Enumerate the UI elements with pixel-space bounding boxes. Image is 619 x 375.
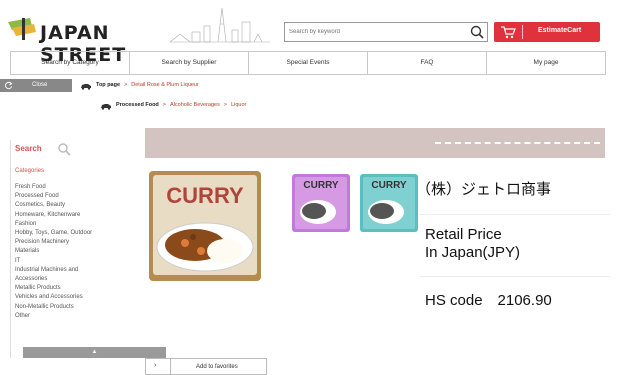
magnifier-icon[interactable] xyxy=(57,142,71,156)
breadcrumb-separator: > xyxy=(162,102,167,108)
category-item[interactable]: Fresh Food xyxy=(15,183,92,192)
search-input[interactable] xyxy=(289,25,469,39)
nav-search-by-supplier[interactable]: Search by Supplier xyxy=(130,52,249,74)
category-item[interactable]: Homeware, Kitchenware xyxy=(15,211,92,220)
breadcrumb-separator: > xyxy=(223,102,228,108)
breadcrumb-current[interactable]: Detail Rose & Plum Liqueur xyxy=(131,79,199,92)
product-thumbnail[interactable]: CURRY xyxy=(358,172,420,234)
company-name: （株）ジェトロ商事 xyxy=(416,180,552,198)
category-item[interactable]: Metallic Products xyxy=(15,284,92,293)
thumbnail-label: CURRY xyxy=(303,180,339,191)
search-box xyxy=(284,22,488,42)
estimate-cart-button[interactable]: EstimateCart xyxy=(494,22,600,42)
nav-faq[interactable]: FAQ xyxy=(368,52,487,74)
category-item[interactable]: Materials xyxy=(15,247,92,256)
category-item[interactable]: IT xyxy=(15,257,92,266)
car-icon xyxy=(101,103,111,110)
cart-icon xyxy=(501,26,516,39)
nav-search-by-category[interactable]: Search by Category xyxy=(11,52,130,74)
add-to-favorites-button[interactable]: › Add to favorites xyxy=(145,358,267,375)
category-item[interactable]: Hobby, Toys, Game, Outdoor xyxy=(15,229,92,238)
category-item[interactable]: Industrial Machines and Accessories xyxy=(15,266,92,284)
close-label: Close xyxy=(32,82,48,88)
sidebar-collapse-button[interactable]: ▲ xyxy=(23,347,166,358)
category-item[interactable]: Vehicles and Accessories xyxy=(15,293,92,302)
nav-special-events[interactable]: Special Events xyxy=(249,52,368,74)
close-button[interactable]: Close xyxy=(0,79,72,92)
category-item[interactable]: Cosmetics, Beauty xyxy=(15,201,92,210)
car-icon xyxy=(81,83,91,90)
flag-logo-icon xyxy=(8,18,36,40)
product-main-image[interactable]: CURRY xyxy=(145,165,265,285)
retail-price-sublabel: In Japan(JPY) xyxy=(425,244,521,261)
categories-title: Categories xyxy=(15,168,45,174)
chevron-right-icon: › xyxy=(154,362,157,369)
divider xyxy=(420,276,610,277)
divider xyxy=(420,214,610,215)
breadcrumb-separator: > xyxy=(124,82,128,88)
category-breadcrumb: Processed Food > Alcoholic Beverages > L… xyxy=(100,99,246,112)
category-item[interactable]: Other xyxy=(15,312,92,321)
retail-price-label: Retail Price xyxy=(425,226,502,243)
breadcrumb: Top page > Detail Rose & Plum Liqueur xyxy=(80,79,199,92)
skyline-illustration xyxy=(170,7,270,43)
product-title-banner xyxy=(145,128,605,158)
breadcrumb-liquor[interactable]: Liquor xyxy=(231,99,246,112)
main-image-label: CURRY xyxy=(166,183,244,208)
nav-my-page[interactable]: My page xyxy=(487,52,605,74)
refresh-icon xyxy=(5,81,13,90)
breadcrumb-processed-food[interactable]: Processed Food xyxy=(116,99,159,112)
category-item[interactable]: Non-Metallic Products xyxy=(15,303,92,312)
category-item[interactable]: Fashion xyxy=(15,220,92,229)
main-nav: Search by Category Search by Supplier Sp… xyxy=(10,51,606,75)
divider xyxy=(170,359,171,374)
category-list: Fresh Food Processed Food Cosmetics, Bea… xyxy=(15,183,92,321)
cart-label: EstimateCart xyxy=(538,27,582,34)
site-logo[interactable]: JAPAN STREET xyxy=(6,6,166,66)
breadcrumb-alcoholic-beverages[interactable]: Alcoholic Beverages xyxy=(170,99,220,112)
sidebar-search-title: Search xyxy=(15,144,42,153)
thumbnail-label: CURRY xyxy=(371,180,407,191)
product-thumbnail[interactable]: CURRY xyxy=(290,172,352,234)
category-item[interactable]: Processed Food xyxy=(15,192,92,201)
search-icon[interactable] xyxy=(469,24,485,40)
category-item[interactable]: Precision Machinery xyxy=(15,238,92,247)
banner-dashes xyxy=(435,142,600,144)
favorites-label: Add to favorites xyxy=(196,364,238,370)
hs-code: HS code 2106.90 xyxy=(425,292,552,309)
breadcrumb-top-page[interactable]: Top page xyxy=(96,79,120,92)
sidebar: Search Categories Fresh Food Processed F… xyxy=(10,140,166,358)
